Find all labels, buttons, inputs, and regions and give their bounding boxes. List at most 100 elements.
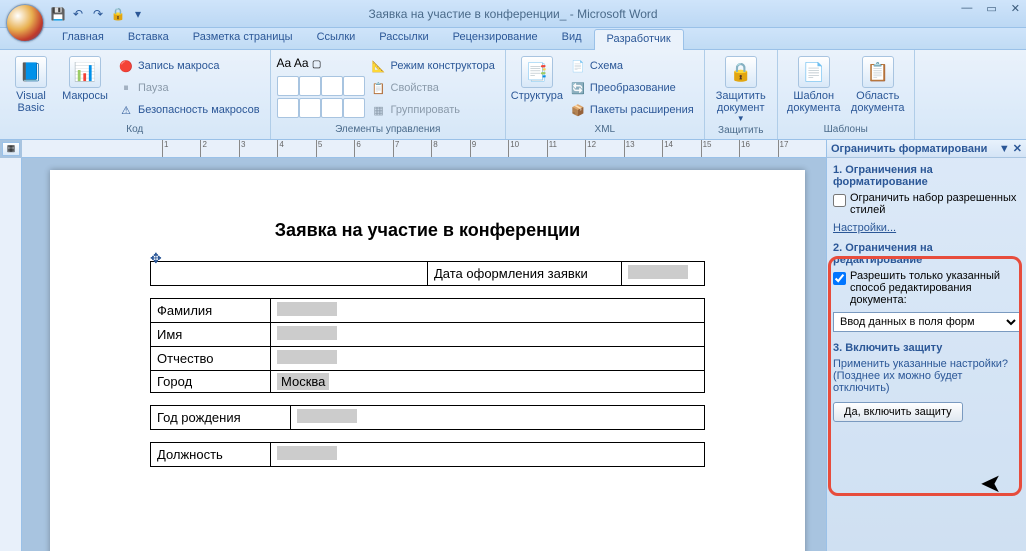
title-bar: 💾 ↶ ↷ 🔒 ▾ Заявка на участие в конференци… (0, 0, 1026, 28)
allow-editing-checkbox[interactable] (833, 272, 846, 285)
birthyear-label: Год рождения (151, 406, 291, 430)
vb-icon: 📘 (15, 56, 47, 88)
restrict-formatting-pane: Ограничить форматировани ▼ ✕ 1. Ограниче… (826, 140, 1026, 551)
group-label: XML (512, 122, 698, 137)
settings-link[interactable]: Настройки... (833, 222, 1020, 234)
properties-button: 📋Свойства (367, 78, 499, 98)
content-area: ▦ 1234567891011121314151617 ✥ Заявка на … (0, 140, 1026, 551)
taskpane-header: Ограничить форматировани ▼ ✕ (827, 140, 1026, 158)
tab-references[interactable]: Ссылки (305, 28, 368, 49)
macros-button[interactable]: 📊Макросы (60, 52, 110, 102)
group-templates: 📄Шаблон документа 📋Область документа Шаб… (778, 50, 915, 139)
document-template-button[interactable]: 📄Шаблон документа (784, 52, 844, 114)
position-field[interactable] (277, 446, 337, 460)
control-item[interactable] (277, 98, 299, 118)
pause-icon: ⏸ (118, 80, 134, 96)
visual-basic-button[interactable]: 📘Visual Basic (6, 52, 56, 114)
taskpane-close-icon[interactable]: ✕ (1013, 143, 1022, 155)
restrict-styles-checkbox[interactable] (833, 194, 846, 207)
position-table: Должность (150, 442, 705, 467)
editing-mode-select[interactable]: Ввод данных в поля форм (833, 312, 1020, 332)
firstname-label: Имя (151, 323, 271, 347)
vertical-ruler[interactable] (0, 158, 22, 551)
document-title: Заявка на участие в конференции (150, 220, 705, 241)
enable-protection-button[interactable]: Да, включить защиту (833, 402, 963, 422)
protect-icon: 🔒 (725, 56, 757, 88)
section3-title: 3. Включить защиту (833, 342, 1020, 354)
control-item[interactable] (343, 76, 365, 96)
taskpane-title: Ограничить форматировани (831, 143, 987, 155)
macro-security-button[interactable]: ⚠Безопасность макросов (114, 100, 264, 120)
tab-view[interactable]: Вид (550, 28, 594, 49)
template-icon: 📄 (798, 56, 830, 88)
control-item[interactable] (277, 76, 299, 96)
taskpane-dropdown-icon[interactable]: ▼ (999, 143, 1010, 155)
section2-title: 2. Ограничения на редактирование (833, 242, 1020, 266)
redo-icon[interactable]: ↷ (90, 6, 106, 22)
group-icon: ▦ (371, 102, 387, 118)
pause-button: ⏸Пауза (114, 78, 264, 98)
group-label: Код (6, 122, 264, 137)
restrict-styles-check[interactable]: Ограничить набор разрешенных стилей (833, 192, 1020, 216)
birthyear-field[interactable] (297, 409, 357, 423)
transform-button[interactable]: 🔄Преобразование (566, 78, 698, 98)
group-code: 📘Visual Basic 📊Макросы 🔴Запись макроса ⏸… (0, 50, 271, 139)
window-title: Заявка на участие в конференции_ - Micro… (368, 7, 657, 21)
tab-review[interactable]: Рецензирование (441, 28, 550, 49)
document-area-button[interactable]: 📋Область документа (848, 52, 908, 114)
group-button: ▦Группировать (367, 100, 499, 120)
tab-insert[interactable]: Вставка (116, 28, 181, 49)
close-button[interactable]: ✕ (1011, 2, 1020, 15)
tab-mailings[interactable]: Рассылки (367, 28, 440, 49)
structure-button[interactable]: 📑Структура (512, 52, 562, 102)
lock-icon[interactable]: 🔒 (110, 6, 126, 22)
tab-home[interactable]: Главная (50, 28, 116, 49)
record-macro-button[interactable]: 🔴Запись макроса (114, 56, 264, 76)
schema-icon: 📄 (570, 58, 586, 74)
area-icon: 📋 (862, 56, 894, 88)
minimize-button[interactable]: — (961, 2, 972, 15)
position-label: Должность (151, 443, 271, 467)
expansion-packs-button[interactable]: 📦Пакеты расширения (566, 100, 698, 120)
allow-editing-check[interactable]: Разрешить только указанный способ редакт… (833, 270, 1020, 306)
control-item[interactable] (321, 98, 343, 118)
control-item[interactable] (321, 76, 343, 96)
protect-document-button[interactable]: 🔒Защитить документ▼ (711, 52, 771, 123)
design-icon: 📐 (371, 58, 387, 74)
office-button[interactable] (6, 4, 44, 42)
group-label: Элементы управления (277, 122, 499, 137)
tab-layout[interactable]: Разметка страницы (181, 28, 305, 49)
date-field[interactable] (628, 265, 688, 279)
schema-button[interactable]: 📄Схема (566, 56, 698, 76)
quick-access-toolbar: 💾 ↶ ↷ 🔒 ▾ (50, 6, 146, 22)
ribbon-tabs: Главная Вставка Разметка страницы Ссылки… (0, 28, 1026, 50)
patronymic-label: Отчество (151, 347, 271, 371)
section3-text: Применить указанные настройки? (Позднее … (833, 358, 1020, 394)
horizontal-ruler[interactable]: 1234567891011121314151617 (22, 140, 826, 158)
control-item[interactable] (299, 98, 321, 118)
control-item[interactable] (299, 76, 321, 96)
control-item[interactable] (343, 98, 365, 118)
undo-icon[interactable]: ↶ (70, 6, 86, 22)
group-xml: 📑Структура 📄Схема 🔄Преобразование 📦Пакет… (506, 50, 705, 139)
save-icon[interactable]: 💾 (50, 6, 66, 22)
ruler-toggle[interactable]: ▦ (2, 142, 20, 156)
patronymic-field[interactable] (277, 350, 337, 364)
document-area: ▦ 1234567891011121314151617 ✥ Заявка на … (0, 140, 826, 551)
maximize-button[interactable]: ▭ (986, 2, 996, 15)
design-mode-button[interactable]: 📐Режим конструктора (367, 56, 499, 76)
lastname-label: Фамилия (151, 299, 271, 323)
group-label: Защитить (711, 123, 771, 138)
city-field[interactable]: Москва (277, 373, 329, 390)
document-page[interactable]: ✥ Заявка на участие в конференции Дата о… (50, 170, 805, 551)
firstname-field[interactable] (277, 326, 337, 340)
date-table: Дата оформления заявки (150, 261, 705, 286)
lastname-field[interactable] (277, 302, 337, 316)
table-anchor-icon[interactable]: ✥ (150, 250, 162, 267)
record-icon: 🔴 (118, 58, 134, 74)
qat-dropdown-icon[interactable]: ▾ (130, 6, 146, 22)
transform-icon: 🔄 (570, 80, 586, 96)
tab-developer[interactable]: Разработчик (594, 29, 684, 50)
macros-icon: 📊 (69, 56, 101, 88)
name-table: Фамилия Имя Отчество ГородМосква (150, 298, 705, 393)
